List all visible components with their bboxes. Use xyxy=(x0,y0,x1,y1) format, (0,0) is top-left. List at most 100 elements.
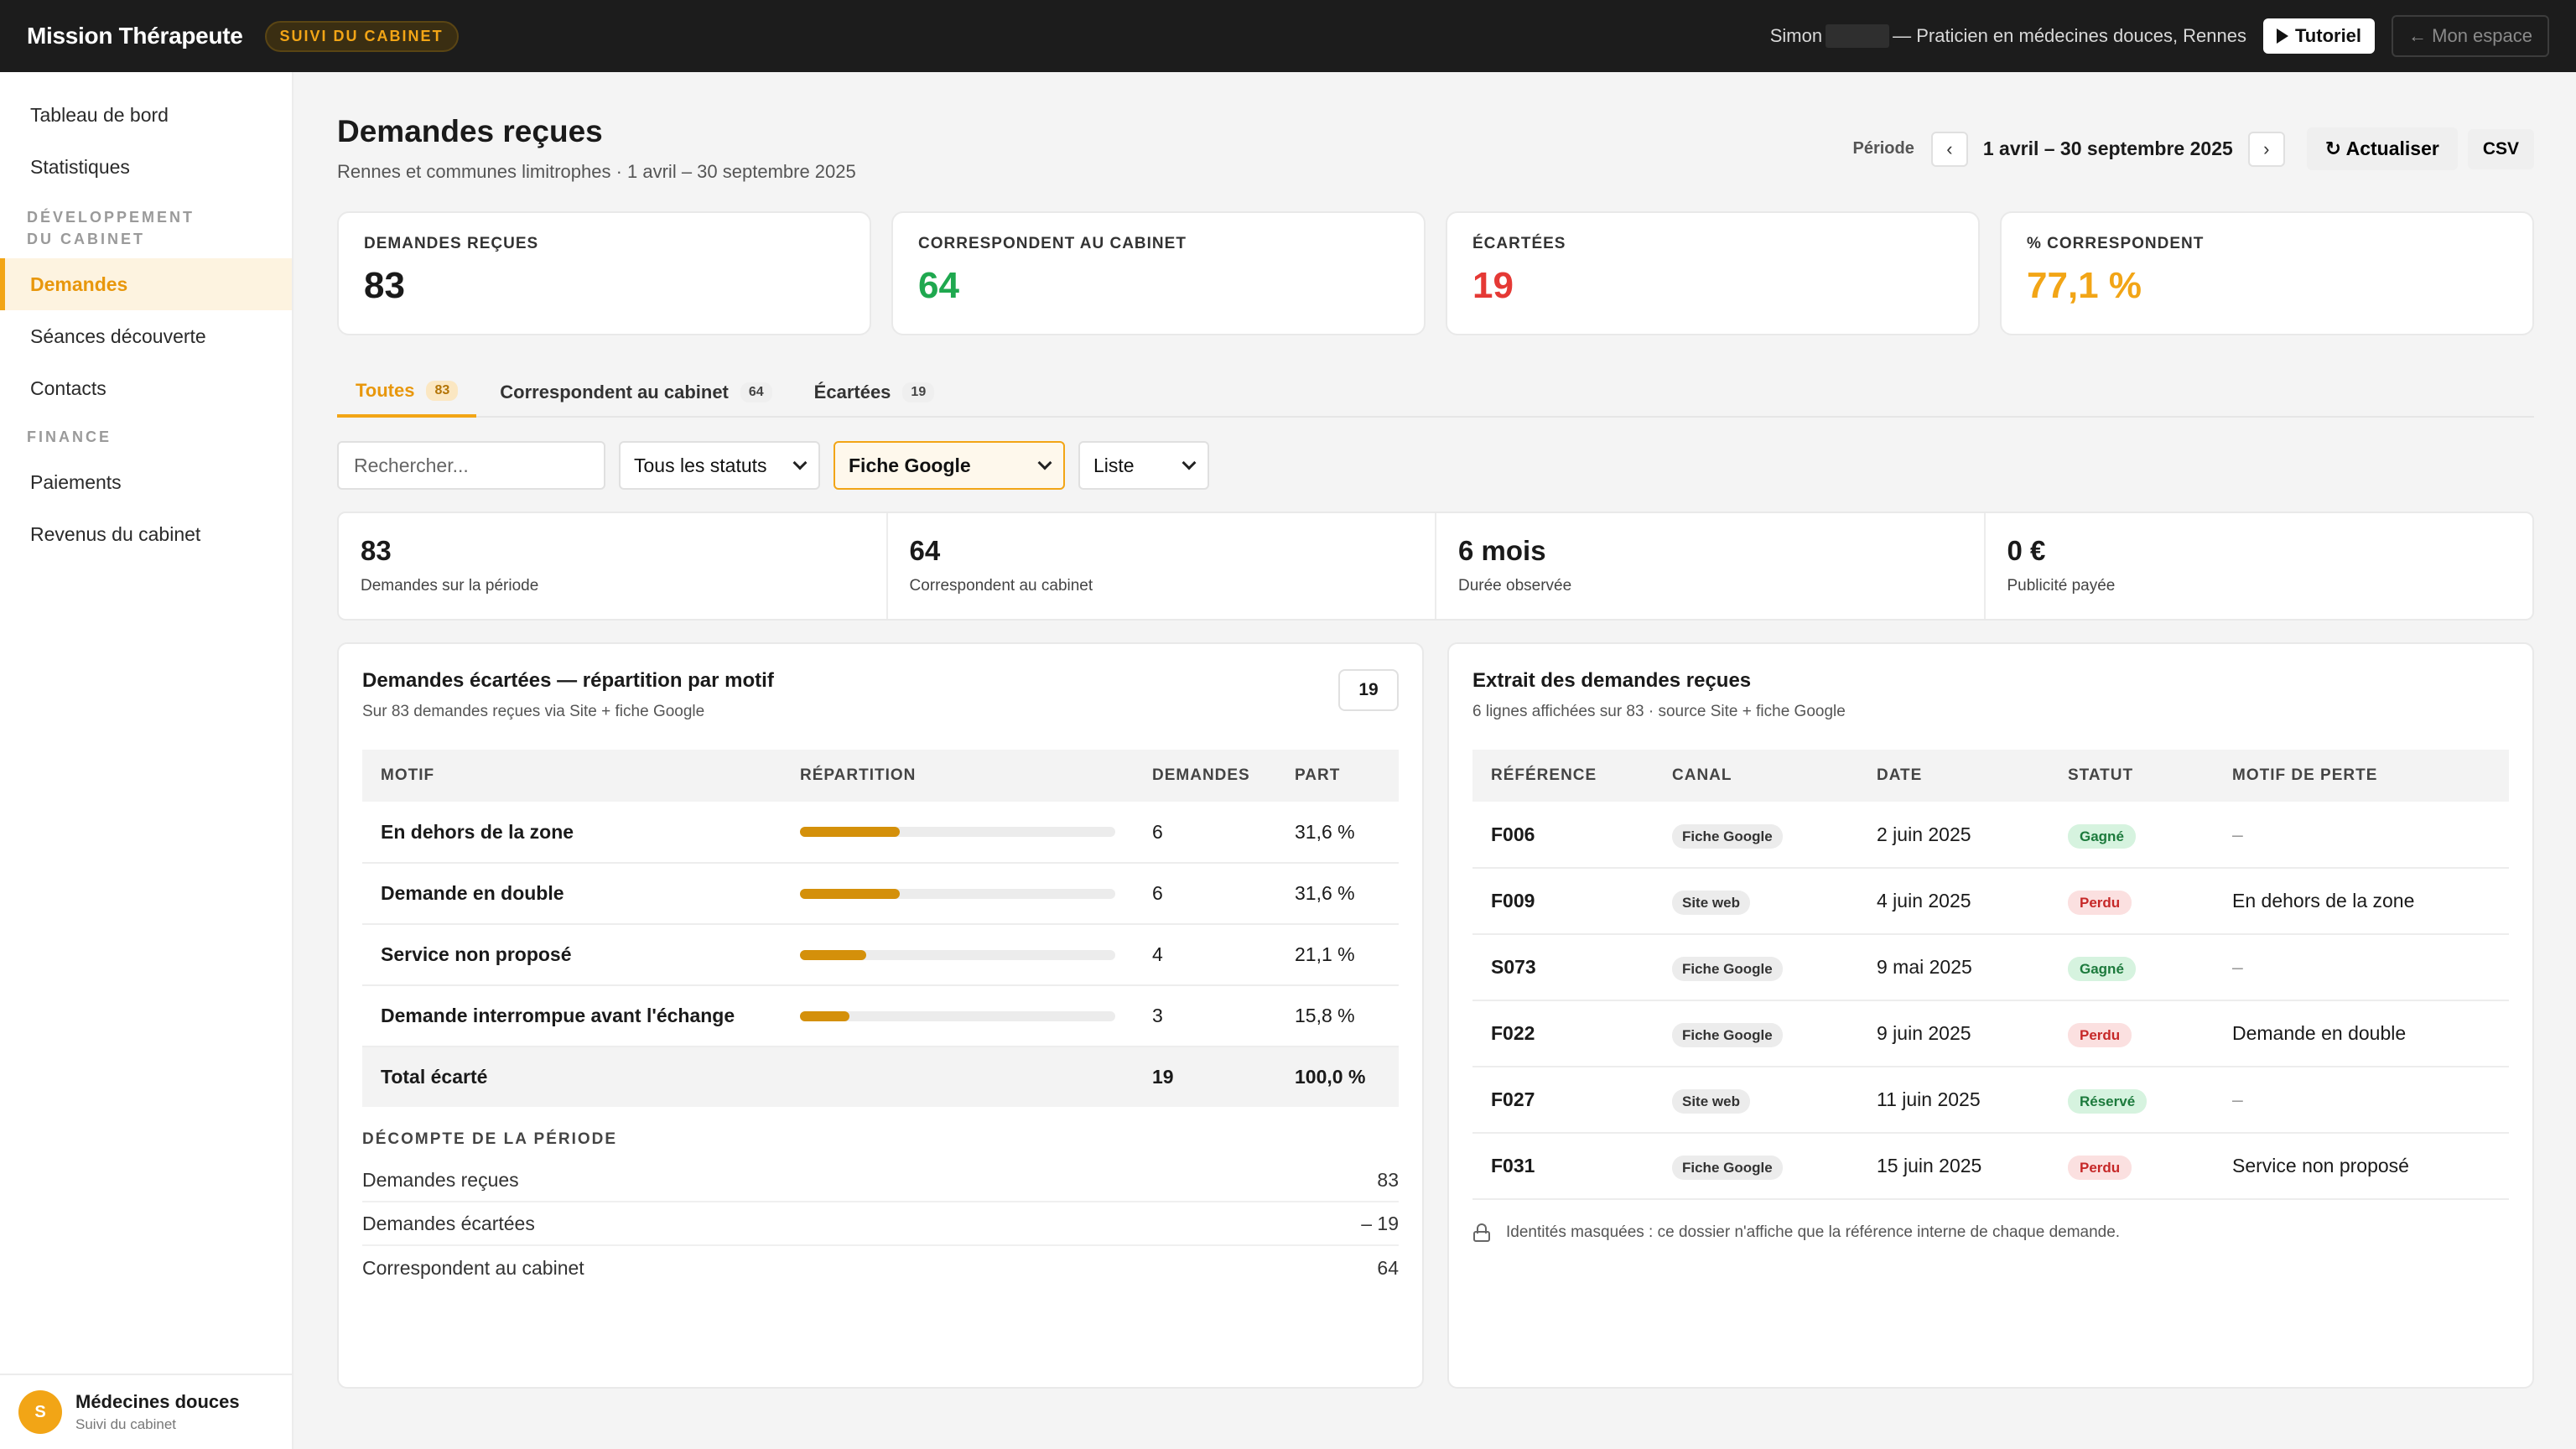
chevron-down-icon xyxy=(792,455,808,470)
summary-value: 83 xyxy=(361,535,392,566)
sidebar-footer[interactable]: S Médecines douces Suivi du cabinet xyxy=(0,1374,292,1449)
sidebar-item-requests[interactable]: Demandes xyxy=(0,258,292,310)
kpi-label: DEMANDES REÇUES xyxy=(364,235,539,252)
bar-fill xyxy=(800,949,867,960)
table-row[interactable]: F009 Site web 4 juin 2025 Perdu En dehor… xyxy=(1472,868,2509,935)
period-next-button[interactable]: › xyxy=(2247,131,2285,167)
statut-cell: Perdu xyxy=(2049,868,2214,935)
column-header-date: DATE xyxy=(1858,750,2049,802)
csv-export-button[interactable]: CSV xyxy=(2467,128,2534,169)
kpi-card-matching: CORRESPONDENT AU CABINET 64 xyxy=(891,211,1426,335)
decompte-list: Demandes reçues 83 Demandes écartées – 1… xyxy=(362,1159,1399,1290)
bar-track xyxy=(800,827,1115,837)
sidebar-item-payments[interactable]: Paiements xyxy=(0,456,292,508)
sidebar-item-statistics[interactable]: Statistiques xyxy=(0,141,292,193)
source-select-value: Fiche Google xyxy=(849,454,971,476)
bar-fill xyxy=(800,827,900,837)
status-select[interactable]: Tous les statuts xyxy=(619,441,820,490)
sidebar-item-dashboard[interactable]: Tableau de bord xyxy=(0,89,292,141)
kpi-value: 83 xyxy=(364,265,405,306)
summary-label: Publicité payée xyxy=(2007,577,2116,595)
tutorial-button[interactable]: Tutoriel xyxy=(2263,18,2376,54)
reference-cell: S073 xyxy=(1472,934,1654,1001)
demandes-cell: 6 xyxy=(1134,863,1276,925)
view-select[interactable]: Liste xyxy=(1078,441,1209,490)
date-cell: 9 juin 2025 xyxy=(1858,1000,2049,1067)
footer-title: Médecines douces xyxy=(75,1391,240,1412)
tab-all[interactable]: Toutes 83 xyxy=(337,367,477,418)
filters-bar: Tous les statuts Fiche Google Liste xyxy=(337,441,1209,490)
tab-matching[interactable]: Correspondent au cabinet 64 xyxy=(481,367,790,418)
user-role: — Praticien en médecines douces, Rennes xyxy=(1893,25,2246,46)
sidebar-item-contacts[interactable]: Contacts xyxy=(0,362,292,414)
demandes-cell: 6 xyxy=(1134,802,1276,864)
period-value: 1 avril – 30 septembre 2025 xyxy=(1982,138,2233,159)
kpi-label: % CORRESPONDENT xyxy=(2027,235,2205,252)
decompte-value: – 19 xyxy=(1361,1212,1399,1234)
reference-cell: F031 xyxy=(1472,1133,1654,1200)
status-badge: Gagné xyxy=(2068,823,2136,849)
footer-subtitle: Suivi du cabinet xyxy=(75,1416,177,1432)
bar-track xyxy=(800,888,1115,899)
period-label: Période xyxy=(1852,139,1914,158)
motif-perte-cell: En dehors de la zone xyxy=(2214,868,2509,935)
lock-icon xyxy=(1472,1223,1491,1242)
summary-strip: 83 Demandes sur la période 64 Correspond… xyxy=(337,512,2534,621)
table-row[interactable]: F022 Fiche Google 9 juin 2025 Perdu Dema… xyxy=(1472,1000,2509,1067)
repartition-cell xyxy=(782,863,1134,925)
table-row[interactable]: S073 Fiche Google 9 mai 2025 Gagné – xyxy=(1472,934,2509,1001)
date-cell: 2 juin 2025 xyxy=(1858,802,2049,869)
summary-cell: 64 Correspondent au cabinet xyxy=(888,513,1436,619)
requests-extract-panel: Extrait des demandes reçues 6 lignes aff… xyxy=(1447,642,2534,1389)
date-cell: 11 juin 2025 xyxy=(1858,1067,2049,1134)
user-info: Simon — Praticien en médecines douces, R… xyxy=(1770,24,2246,48)
part-cell: 31,6 % xyxy=(1276,802,1399,864)
table-row[interactable]: F027 Site web 11 juin 2025 Réservé – xyxy=(1472,1067,2509,1134)
table-row: Demande interrompue avant l'échange 3 15… xyxy=(362,985,1399,1047)
top-bar: Mission Thérapeute SUIVI DU CABINET Simo… xyxy=(0,0,2576,72)
reference-cell: F009 xyxy=(1472,868,1654,935)
source-select[interactable]: Fiche Google xyxy=(834,441,1065,490)
page-title: Demandes reçues xyxy=(337,114,603,148)
my-space-button[interactable]: ← Mon espace xyxy=(2392,15,2549,57)
kpi-value: 19 xyxy=(1472,265,1514,306)
brand-logo[interactable]: Mission Thérapeute xyxy=(27,23,243,49)
period-controls: Période ‹ 1 avril – 30 septembre 2025 › … xyxy=(1852,127,2534,170)
kpi-card-received: DEMANDES REÇUES 83 xyxy=(337,211,871,335)
summary-value: 6 mois xyxy=(1458,535,1546,566)
table-row[interactable]: F006 Fiche Google 2 juin 2025 Gagné – xyxy=(1472,802,2509,869)
filter-tabs: Toutes 83 Correspondent au cabinet 64 Éc… xyxy=(337,367,2534,418)
sidebar-item-discovery-sessions[interactable]: Séances découverte xyxy=(0,310,292,362)
period-prev-button[interactable]: ‹ xyxy=(1930,131,1968,167)
panel-title: Extrait des demandes reçues xyxy=(1472,669,1752,692)
summary-cell: 0 € Publicité payée xyxy=(1986,513,2533,619)
rejected-breakdown-panel: Demandes écartées — répartition par moti… xyxy=(337,642,1424,1389)
column-header-part: PART xyxy=(1276,750,1399,802)
total-spacer xyxy=(782,1046,1134,1107)
canal-cell: Fiche Google xyxy=(1654,802,1858,869)
sidebar-item-revenue[interactable]: Revenus du cabinet xyxy=(0,508,292,560)
tab-count: 19 xyxy=(902,382,935,402)
statut-cell: Gagné xyxy=(2049,802,2214,869)
decompte-value: 64 xyxy=(1377,1256,1399,1279)
statut-cell: Réservé xyxy=(2049,1067,2214,1134)
status-select-value: Tous les statuts xyxy=(634,454,767,476)
statut-cell: Gagné xyxy=(2049,934,2214,1001)
search-input[interactable] xyxy=(337,441,605,490)
decompte-row: Correspondent au cabinet 64 xyxy=(362,1246,1399,1290)
panel-title: Demandes écartées — répartition par moti… xyxy=(362,669,774,692)
bar-fill xyxy=(800,888,900,899)
motif-perte-cell: – xyxy=(2214,1067,2509,1134)
part-cell: 15,8 % xyxy=(1276,985,1399,1047)
canal-cell: Fiche Google xyxy=(1654,1000,1858,1067)
motif-perte-cell: – xyxy=(2214,934,2509,1001)
kpi-card-rejected: ÉCARTÉES 19 xyxy=(1446,211,1980,335)
statut-cell: Perdu xyxy=(2049,1133,2214,1200)
rejected-count-badge: 19 xyxy=(1338,669,1399,711)
table-row: Service non proposé 4 21,1 % xyxy=(362,924,1399,986)
tab-rejected[interactable]: Écartées 19 xyxy=(796,367,953,418)
table-row[interactable]: F031 Fiche Google 15 juin 2025 Perdu Ser… xyxy=(1472,1133,2509,1200)
refresh-button[interactable]: ↻ Actualiser xyxy=(2306,127,2458,170)
play-icon xyxy=(2277,29,2288,44)
masked-name xyxy=(1826,24,1890,48)
